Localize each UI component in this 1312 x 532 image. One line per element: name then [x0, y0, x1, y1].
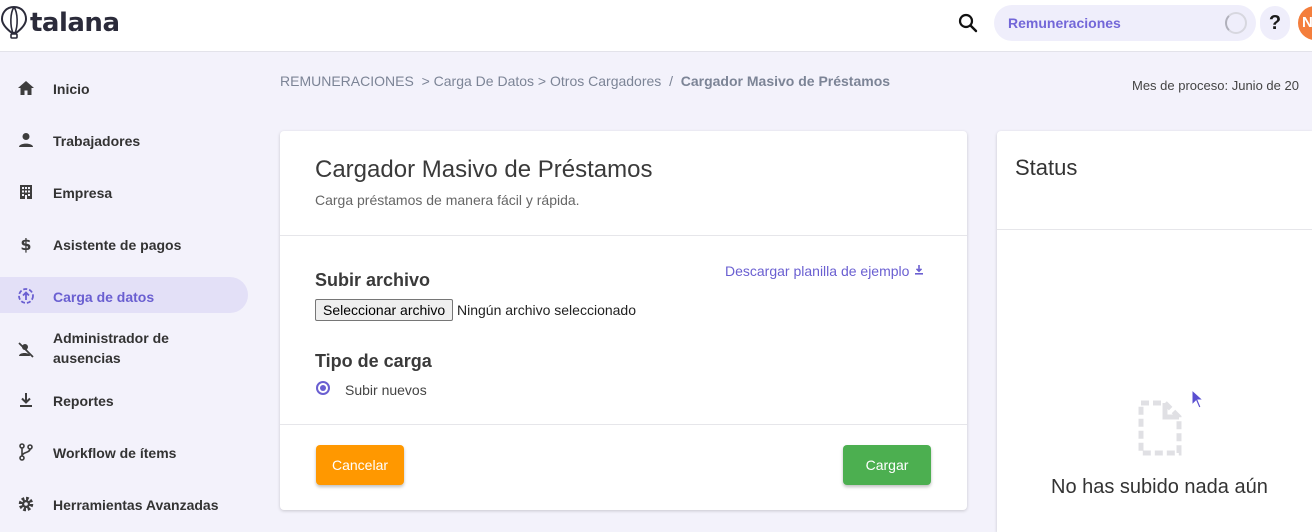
sidebar-item-label: Workflow de ítems: [53, 445, 177, 461]
module-selector[interactable]: Remuneraciones: [994, 5, 1256, 41]
person-off-icon: [18, 342, 34, 358]
sidebar-item-inicio[interactable]: Inicio: [0, 69, 248, 105]
option-new-radio[interactable]: [316, 381, 330, 395]
download-template-link[interactable]: Descargar planilla de ejemplo: [725, 263, 925, 279]
status-title: Status: [1015, 155, 1078, 180]
upload-circle-icon: [18, 288, 34, 304]
sidebar-item-workflow-items[interactable]: Workflow de ítems: [0, 433, 248, 469]
page-title: Cargador Masivo de Préstamos: [315, 156, 653, 183]
search-button[interactable]: [955, 10, 981, 36]
search-icon: [958, 13, 978, 33]
loading-spinner-icon: [1225, 12, 1247, 34]
sidebar-item-empresa[interactable]: Empresa: [0, 173, 248, 209]
process-month: Mes de proceso: Junio de 20: [1132, 78, 1299, 93]
download-icon: [915, 265, 924, 275]
building-icon: [20, 185, 32, 199]
divider: [997, 229, 1312, 230]
sidebar-item-carga-datos[interactable]: Carga de datos: [0, 277, 248, 313]
cancel-button[interactable]: Cancelar: [316, 445, 404, 485]
top-bar: talana Remuneraciones ? N: [0, 0, 1312, 52]
balloon-logo-icon: [0, 6, 28, 39]
sidebar-item-label: Trabajadores: [53, 133, 141, 149]
loader-card: Cargador Masivo de Préstamos Carga prést…: [280, 131, 967, 510]
logo-text: talana: [30, 8, 120, 38]
breadcrumb-item-carga-datos[interactable]: Carga De Datos: [434, 73, 534, 89]
avatar[interactable]: N: [1298, 6, 1312, 40]
mouse-cursor-icon: [1191, 389, 1205, 409]
svg-text:$: $: [20, 235, 31, 254]
empty-file-icon: [1138, 400, 1182, 456]
option-new-label[interactable]: Subir nuevos: [345, 382, 427, 398]
select-file-button[interactable]: Seleccionar archivo: [315, 299, 454, 321]
sidebar-item-label: Herramientas Avanzadas: [53, 497, 219, 513]
sidebar-item-label: Reportes: [53, 393, 114, 409]
person-icon: [19, 133, 33, 147]
sidebar-item-reportes[interactable]: Reportes: [0, 381, 248, 417]
sidebar-item-herramientas-avanzadas[interactable]: Herramientas Avanzadas: [0, 485, 248, 521]
breadcrumb-current: Cargador Masivo de Préstamos: [680, 73, 891, 89]
help-button[interactable]: ?: [1260, 6, 1290, 40]
dollar-icon: $: [20, 235, 31, 254]
divider: [280, 424, 967, 425]
sidebar-item-label: Inicio: [53, 81, 90, 97]
submit-button[interactable]: Cargar: [843, 445, 931, 485]
breadcrumb-item-otros-cargadores[interactable]: Otros Cargadores: [550, 73, 661, 89]
home-icon: [18, 81, 34, 95]
gear-icon: [18, 496, 34, 512]
sidebar-item-administrador-ausencias[interactable]: Administrador de ausencias: [0, 329, 248, 369]
branch-icon: [19, 443, 33, 461]
logo[interactable]: talana: [0, 6, 120, 40]
sidebar-item-label: Empresa: [53, 185, 113, 201]
sidebar-item-asistente-pagos[interactable]: $ Asistente de pagos: [0, 225, 248, 261]
page-subtitle: Carga préstamos de manera fácil y rápida…: [315, 192, 580, 208]
sidebar-item-label: Carga de datos: [53, 289, 155, 305]
upload-section-title: Subir archivo: [315, 270, 431, 290]
module-selector-label: Remuneraciones: [1008, 15, 1121, 31]
divider: [280, 235, 967, 236]
empty-state-text: No has subido nada aún: [1051, 476, 1268, 498]
file-status: Ningún archivo seleccionado: [457, 302, 636, 318]
breadcrumb-item-remuneraciones[interactable]: REMUNERACIONES: [280, 73, 414, 89]
sidebar: Inicio Trabajadores Empresa $ Asistente …: [0, 52, 260, 532]
load-type-title: Tipo de carga: [315, 351, 432, 371]
breadcrumb: REMUNERACIONES > Carga De Datos > Otros …: [280, 73, 891, 89]
download-icon: [20, 393, 32, 407]
status-card: Status No has subido nada aún: [997, 131, 1312, 532]
sidebar-item-trabajadores[interactable]: Trabajadores: [0, 121, 248, 157]
download-template-label: Descargar planilla de ejemplo: [725, 263, 910, 279]
sidebar-item-label: Asistente de pagos: [53, 237, 182, 253]
sidebar-item-label: Administrador de ausencias: [53, 330, 169, 366]
